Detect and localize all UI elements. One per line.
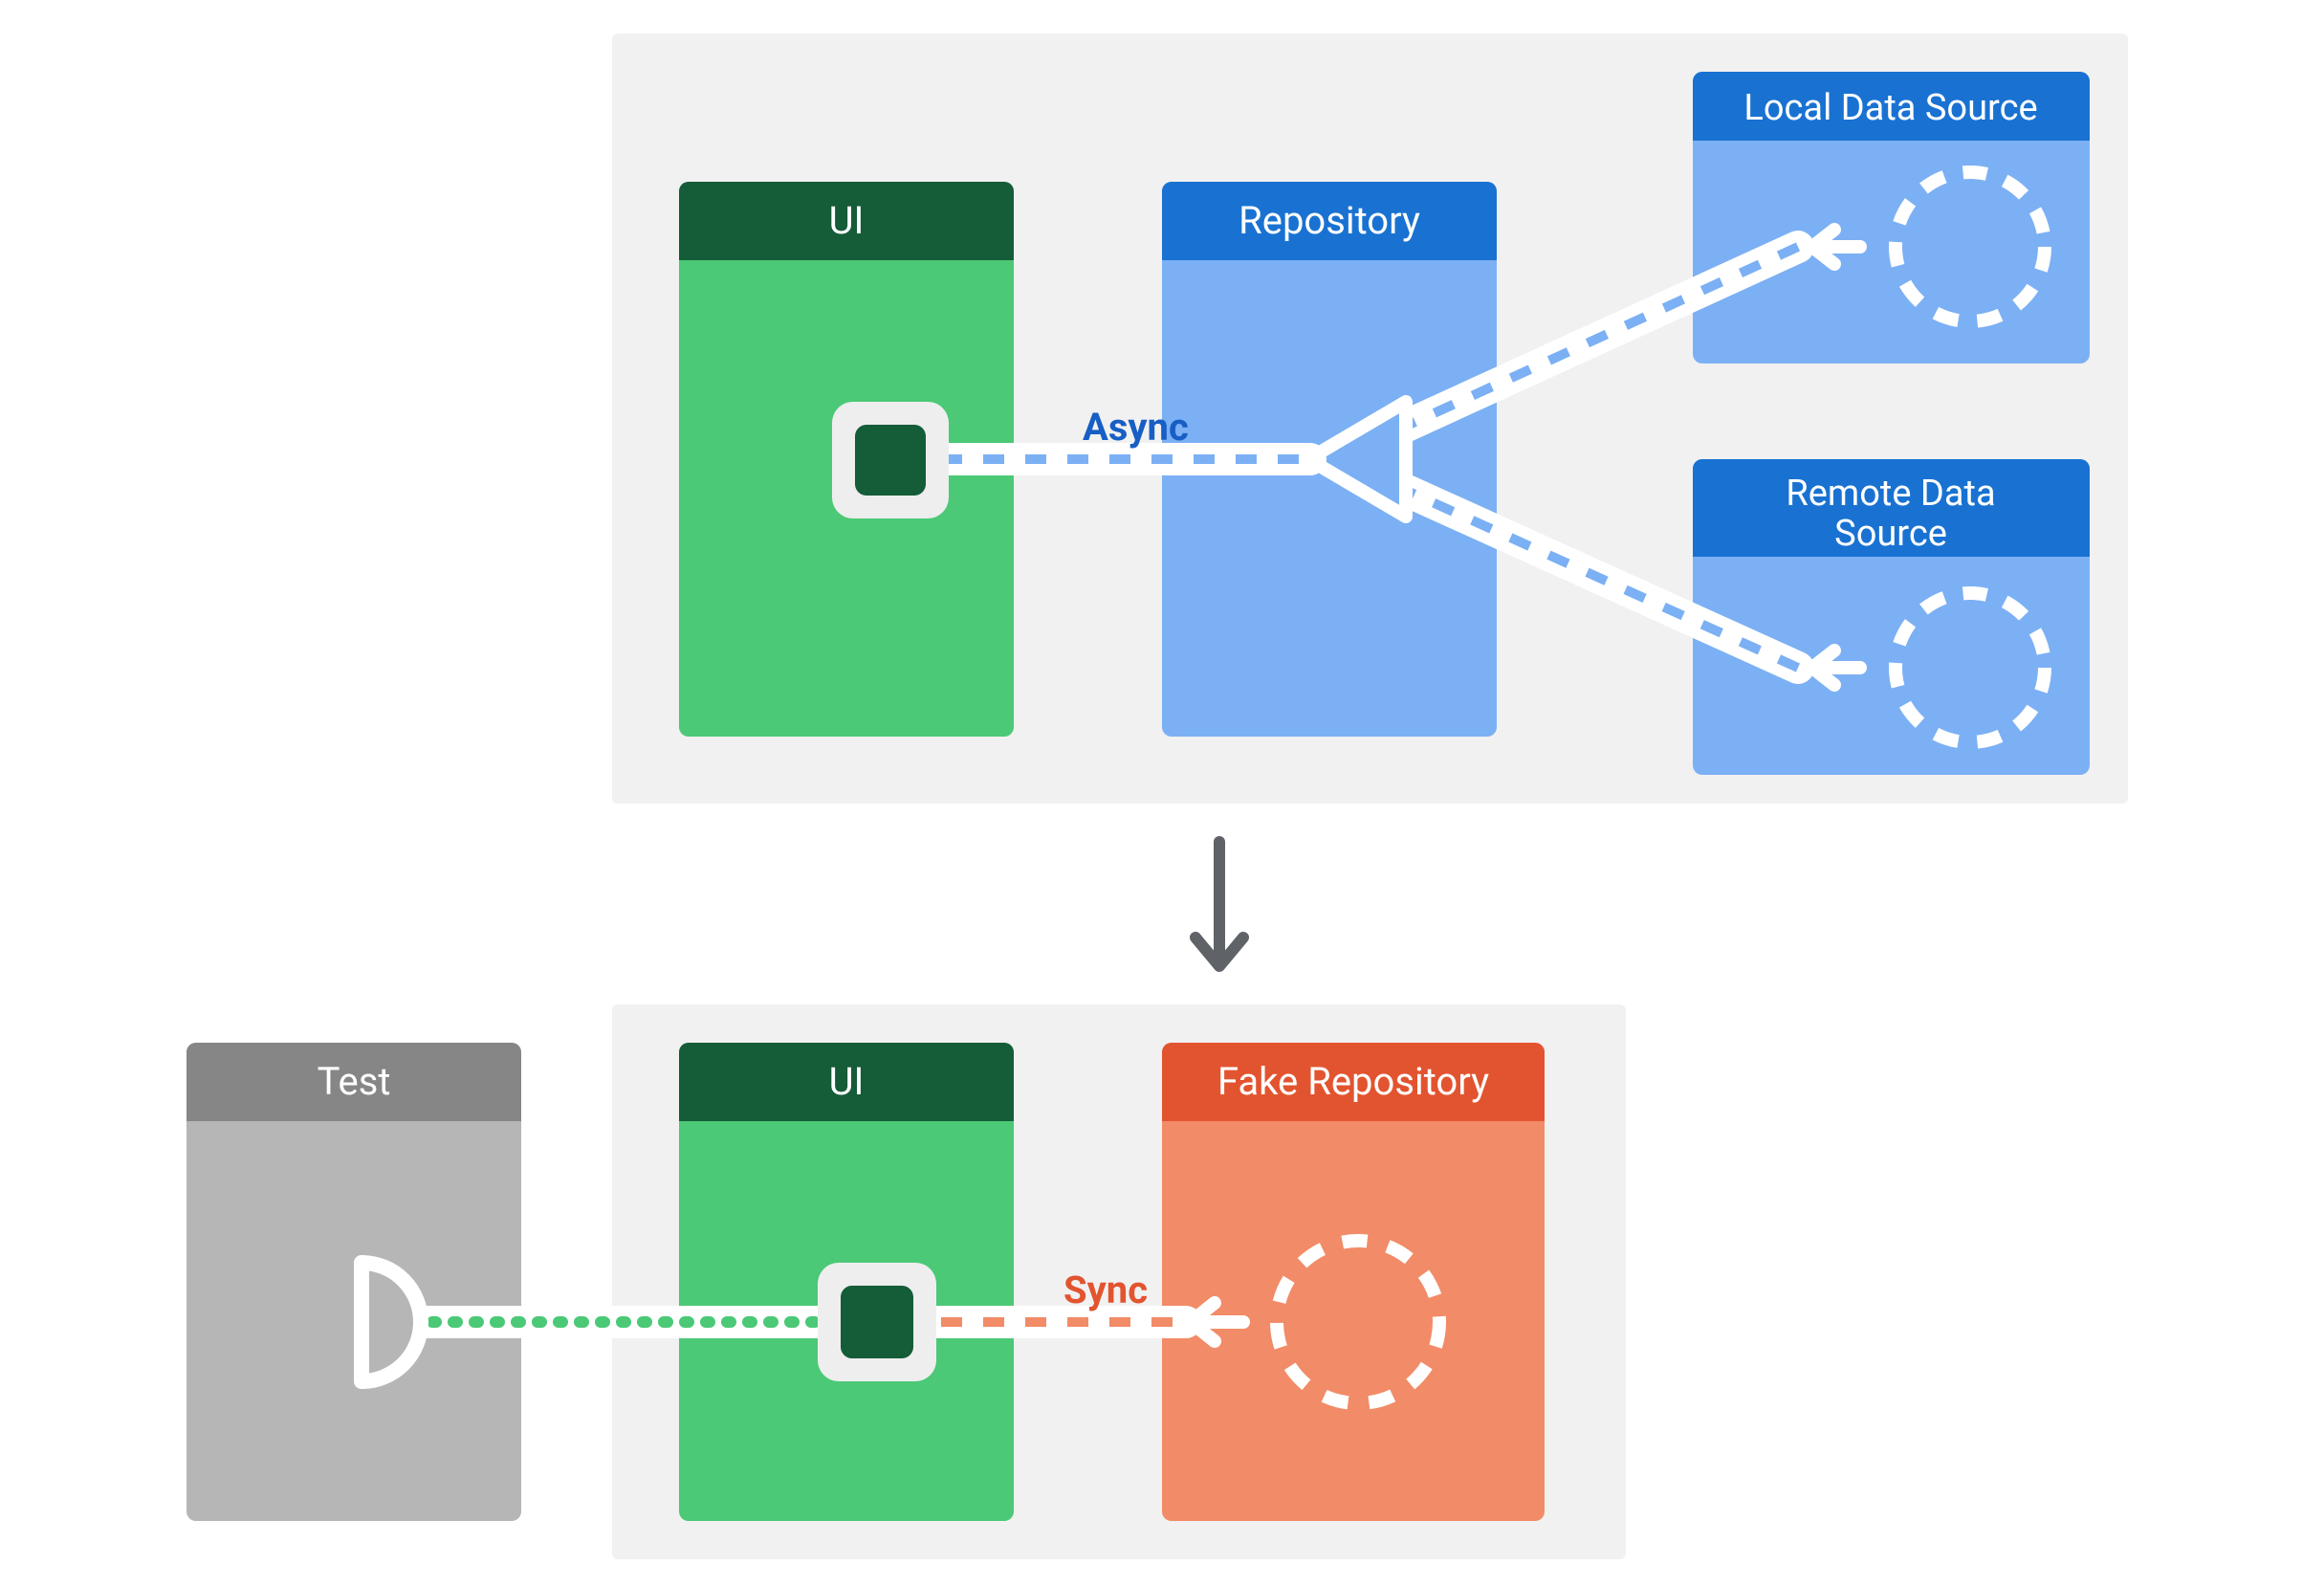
async-label: Async bbox=[1083, 405, 1189, 450]
bottom-fake-repo-box: Fake Repository bbox=[1162, 1043, 1545, 1521]
sync-label: Sync bbox=[1063, 1267, 1148, 1312]
top-local-source-label: Local Data Source bbox=[1743, 87, 2037, 129]
top-remote-source-label-1: Remote Data bbox=[1786, 473, 1995, 515]
bottom-ui-label: UI bbox=[829, 1059, 865, 1104]
test-port-icon bbox=[362, 1263, 421, 1381]
ui-port-icon bbox=[832, 402, 949, 518]
bottom-fake-repo-label: Fake Repository bbox=[1217, 1059, 1489, 1104]
top-ui-label: UI bbox=[829, 198, 865, 243]
bottom-test-label: Test bbox=[318, 1059, 391, 1104]
ui-port-icon bbox=[818, 1263, 936, 1381]
architecture-diagram: UI Repository Local Data Source Remote D… bbox=[0, 0, 2324, 1587]
top-remote-source-box: Remote Data Source bbox=[1693, 459, 2090, 775]
top-repository-label: Repository bbox=[1239, 198, 1420, 243]
down-arrow-icon bbox=[1195, 842, 1243, 966]
top-local-source-box: Local Data Source bbox=[1693, 72, 2090, 364]
top-remote-source-label-2: Source bbox=[1834, 513, 1947, 555]
